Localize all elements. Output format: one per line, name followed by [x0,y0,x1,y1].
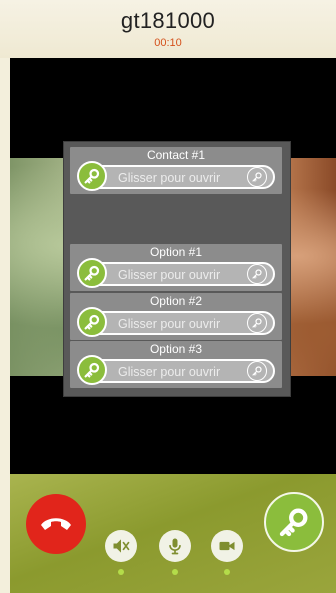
key-outline-icon [247,167,267,187]
option-block: Option #3 Glisser pour ouvrir [70,341,282,388]
key-outline-icon [247,361,267,381]
call-screen: gt181000 00:10 Contact #1 Glisser pour o… [0,0,336,593]
slide-to-open-label: Glisser pour ouvrir [118,365,221,379]
call-header: gt181000 00:10 [0,0,336,58]
key-icon [279,508,308,537]
video-camera-icon [219,541,235,551]
microphone-icon [169,538,181,555]
speaker-button[interactable] [105,530,137,562]
option-block: Option #1 Glisser pour ouvrir [70,244,282,291]
key-icon [84,168,100,184]
option-title: Option #3 [149,342,203,356]
slider-key-handle[interactable] [77,161,107,191]
call-timer: 00:10 [154,37,182,49]
speaker-indicator [118,569,124,575]
microphone-indicator [172,569,178,575]
left-edge-strip [0,58,10,593]
caller-name: gt181000 [120,8,216,33]
camera-indicator [224,569,230,575]
microphone-button[interactable] [159,530,191,562]
slide-to-open-label: Glisser pour ouvrir [118,268,221,282]
hangup-button[interactable] [26,494,86,554]
option-block: Option #2 Glisser pour ouvrir [70,293,282,340]
key-outline-icon [247,264,267,284]
key-icon [84,362,100,378]
open-door-button[interactable] [264,492,324,552]
key-outline-icon [247,313,267,333]
slide-to-open-label: Glisser pour ouvrir [118,317,221,331]
camera-button[interactable] [211,530,243,562]
speaker-mute-icon [113,539,130,553]
key-icon [84,265,100,281]
contact-block: Contact #1 Glisser pour ouvrir [70,147,282,194]
slide-to-open-label: Glisser pour ouvrir [118,171,221,185]
slider-key-handle[interactable] [77,355,107,385]
call-controls-bar [10,474,336,593]
door-open-panel: Contact #1 Glisser pour ouvrir Option #1… [63,141,291,397]
key-icon [84,314,100,330]
slider-key-handle[interactable] [77,258,107,288]
phone-hangup-icon [41,518,71,530]
contact-title: Contact #1 [146,148,206,162]
option-title: Option #2 [149,294,203,308]
option-title: Option #1 [149,245,203,259]
slider-key-handle[interactable] [77,307,107,337]
